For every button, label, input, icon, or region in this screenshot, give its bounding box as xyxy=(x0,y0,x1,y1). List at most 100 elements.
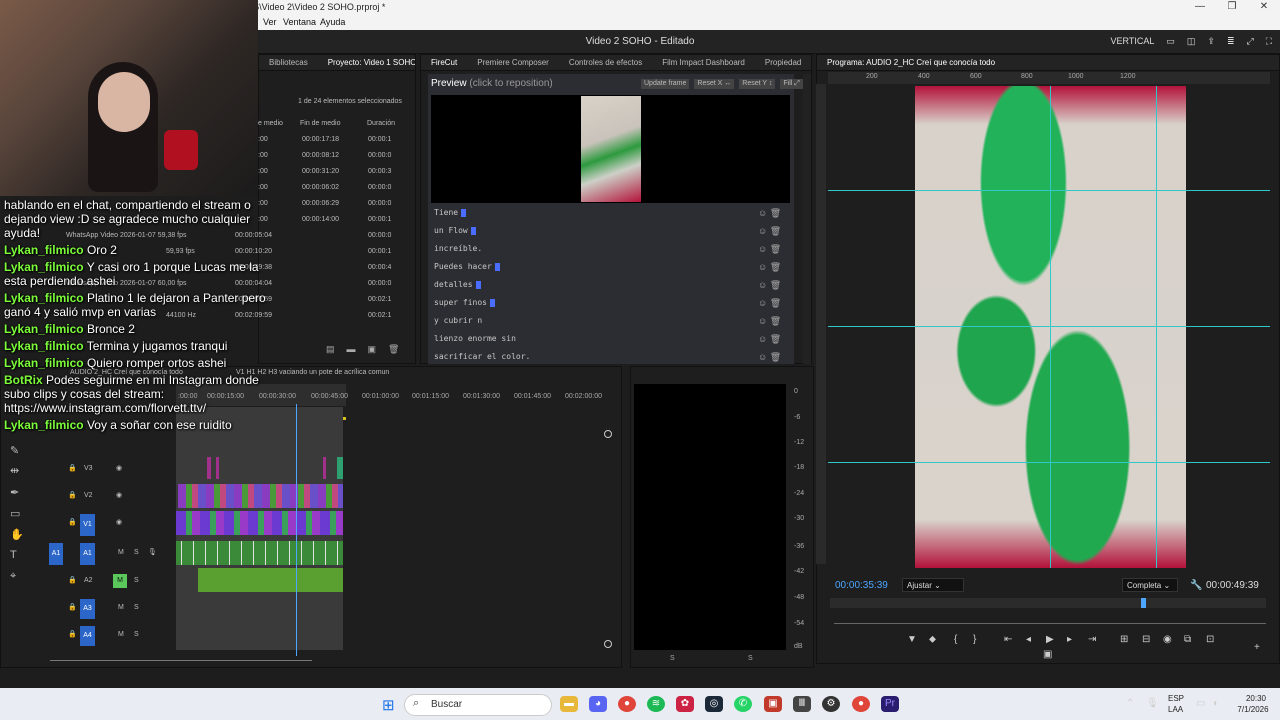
tab-propiedad[interactable]: Propiedad xyxy=(755,58,811,67)
whatsapp-icon[interactable]: ✆ xyxy=(734,696,752,712)
clip-v2[interactable] xyxy=(178,484,343,508)
in-point-icon[interactable]: { xyxy=(954,634,957,645)
eye-icon[interactable]: ◉ xyxy=(116,464,122,472)
emoji-trash-icon[interactable]: ☺ 🗑 xyxy=(758,298,781,309)
windows-start-icon[interactable]: ⊞ xyxy=(382,696,395,714)
select-icon[interactable]: ⌖ xyxy=(10,570,16,583)
type-icon[interactable]: T xyxy=(10,549,17,561)
solo-right[interactable]: S xyxy=(748,655,753,662)
zoom-bar[interactable] xyxy=(834,623,1266,624)
menu-ayuda[interactable]: Ayuda xyxy=(320,17,345,27)
solo-button[interactable]: S xyxy=(134,604,139,611)
emoji-trash-icon[interactable]: ☺ 🗑 xyxy=(758,244,781,255)
guide-line[interactable] xyxy=(1156,86,1157,568)
app-icon[interactable]: ✿ xyxy=(676,696,694,712)
edit-icon[interactable] xyxy=(461,208,467,217)
fill-button[interactable]: Fill ⤢ xyxy=(780,79,803,89)
solo-button[interactable]: S xyxy=(134,631,139,638)
mic-icon[interactable]: 🎙 xyxy=(148,548,157,556)
volume-icon[interactable]: ◖ xyxy=(1212,698,1218,709)
edit-icon[interactable] xyxy=(494,262,500,271)
play-icon[interactable]: ▶ xyxy=(1046,634,1054,645)
tab-film-impact[interactable]: Film Impact Dashboard xyxy=(652,58,755,67)
step-forward-icon[interactable]: ▸ xyxy=(1067,634,1072,645)
spotify-icon[interactable]: ≋ xyxy=(647,696,665,712)
rectangle-icon[interactable]: ▭ xyxy=(10,507,20,520)
scroll-handle[interactable] xyxy=(604,640,612,648)
camera-icon[interactable]: ◉ xyxy=(1163,634,1172,645)
lock-icon[interactable]: 🔒 xyxy=(68,518,77,526)
list-item[interactable]: :00 xyxy=(258,168,268,175)
settings-app-icon[interactable]: ⚙ xyxy=(822,696,840,712)
marker-icon[interactable]: ▼ xyxy=(907,634,917,645)
insert-icon[interactable]: ⊞ xyxy=(1120,634,1128,645)
sidebar-icon[interactable]: ◫ xyxy=(1187,36,1196,47)
emoji-trash-icon[interactable]: ☺ 🗑 xyxy=(758,226,781,237)
edit-icon[interactable] xyxy=(489,298,495,307)
obs-icon[interactable]: ▣ xyxy=(764,696,782,712)
ripple-icon[interactable]: ⇹ xyxy=(10,464,19,477)
reset-y-button[interactable]: Reset Y ↕ xyxy=(739,79,776,89)
minimize-button[interactable]: — xyxy=(1184,0,1216,14)
lang-indicator-2[interactable]: LAA xyxy=(1168,705,1183,714)
premiere-taskbar-icon[interactable]: Pr xyxy=(881,696,899,712)
tray-chevron-icon[interactable]: ⌃ xyxy=(1126,698,1134,709)
audio-app-icon[interactable]: Ⅲ xyxy=(793,696,811,712)
eye-icon[interactable]: ◉ xyxy=(116,518,122,526)
guide-line[interactable] xyxy=(828,462,1270,463)
add-button-icon[interactable]: + xyxy=(1254,642,1260,653)
tab-bibliotecas[interactable]: Bibliotecas xyxy=(259,58,318,67)
col-fin[interactable]: Fin de medio xyxy=(300,120,340,127)
clip[interactable] xyxy=(337,457,343,479)
emoji-trash-icon[interactable]: ☺ 🗑 xyxy=(758,352,781,363)
lock-icon[interactable]: 🔒 xyxy=(68,576,77,584)
discord-icon[interactable]: ◕ xyxy=(589,696,607,712)
menu-icon[interactable]: ≣ xyxy=(1227,36,1235,47)
guide-line[interactable] xyxy=(1050,86,1051,568)
clip[interactable] xyxy=(323,457,326,479)
source-a1[interactable]: A1 xyxy=(49,543,63,565)
lock-icon[interactable]: 🔒 xyxy=(68,491,77,499)
wrench-icon[interactable]: 🔧 xyxy=(1190,580,1202,591)
clip[interactable] xyxy=(207,457,211,479)
overwrite-icon[interactable]: ⊟ xyxy=(1142,634,1150,645)
pen-icon[interactable]: ✒ xyxy=(10,486,19,499)
clip[interactable] xyxy=(216,457,219,479)
playhead-marker[interactable] xyxy=(1141,598,1146,608)
close-button[interactable]: ✕ xyxy=(1248,0,1280,14)
track-label-a4[interactable]: A4 xyxy=(80,626,95,646)
menu-ver[interactable]: Ver xyxy=(263,17,277,27)
tab-proyecto[interactable]: Proyecto: Video 1 SOHO xyxy=(318,58,415,67)
step-back-icon[interactable]: ◂ xyxy=(1026,634,1031,645)
folder-icon[interactable]: ▬ xyxy=(347,344,356,355)
clock-time[interactable]: 20:30 xyxy=(1236,694,1276,703)
menu-ventana[interactable]: Ventana xyxy=(283,17,316,27)
lock-icon[interactable]: 🔒 xyxy=(68,630,77,638)
network-icon[interactable]: ▭ xyxy=(1196,698,1205,709)
emoji-trash-icon[interactable]: ☺ 🗑 xyxy=(758,316,781,327)
panel-icon[interactable]: ▭ xyxy=(1166,36,1175,47)
share-icon[interactable]: ⇪ xyxy=(1207,36,1215,47)
col-inicio[interactable]: e medio xyxy=(258,120,283,127)
razor-icon[interactable]: ✎ xyxy=(10,444,19,457)
out-point-icon[interactable]: } xyxy=(973,634,976,645)
mute-button[interactable]: M xyxy=(118,631,124,638)
mute-button[interactable]: M xyxy=(118,549,124,556)
go-to-out-icon[interactable]: ⇥ xyxy=(1088,634,1096,645)
firecut-scrollbar[interactable] xyxy=(803,74,811,364)
compare-icon[interactable]: ⧉ xyxy=(1184,634,1191,645)
file-explorer-icon[interactable]: ▬ xyxy=(560,696,578,712)
export-frame-icon[interactable]: ▣ xyxy=(1043,649,1052,660)
tab-controles-efectos[interactable]: Controles de efectos xyxy=(559,58,652,67)
mic-tray-icon[interactable]: 🎙 xyxy=(1146,698,1159,709)
lang-indicator[interactable]: ESP xyxy=(1168,694,1184,703)
reset-x-button[interactable]: Reset X ↔ xyxy=(694,79,735,89)
solo-button[interactable]: S xyxy=(134,549,139,556)
lock-icon[interactable]: 🔒 xyxy=(68,603,77,611)
tab-premiere-composer[interactable]: Premiere Composer xyxy=(467,58,559,67)
quality-dropdown[interactable]: Completa ⌄ xyxy=(1122,578,1178,592)
chrome-icon-2[interactable]: ● xyxy=(852,696,870,712)
go-to-in-icon[interactable]: ⇤ xyxy=(1004,634,1012,645)
track-label-v1[interactable]: V1 xyxy=(80,514,95,536)
clip-a2[interactable] xyxy=(198,568,343,592)
